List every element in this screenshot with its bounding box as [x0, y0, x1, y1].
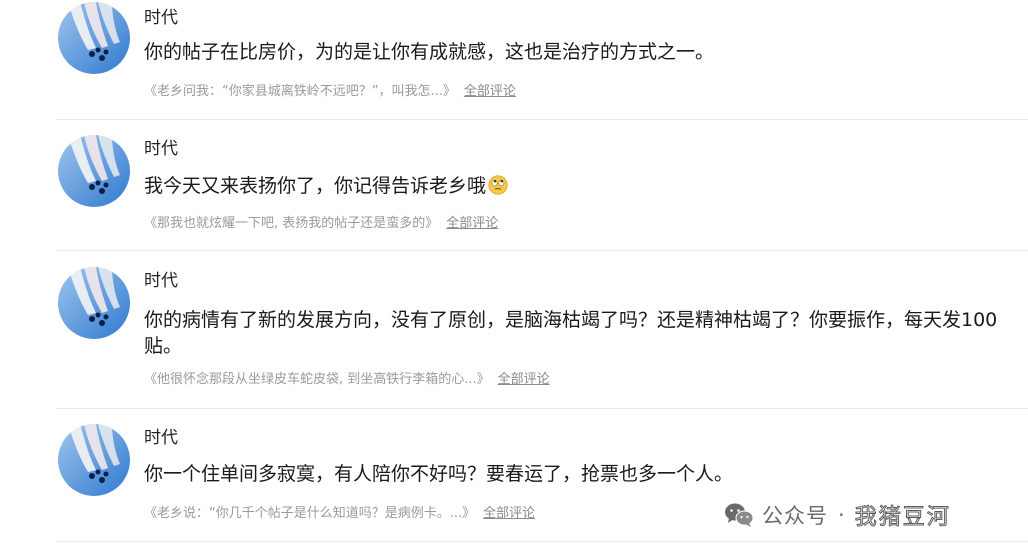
comment-text: 你的病情有了新的发展方向，没有了原创，是脑海枯竭了吗？还是精神枯竭了？你要振作，…	[144, 309, 998, 357]
all-comments-link[interactable]: 全部评论	[464, 84, 516, 99]
avatar-image	[58, 424, 130, 496]
divider	[56, 250, 1028, 251]
reference-line: 《那我也就炫耀一下吧, 表扬我的帖子还是蛮多的》 全部评论	[144, 215, 498, 233]
user-name[interactable]: 时代	[144, 8, 178, 28]
user-name[interactable]: 时代	[144, 271, 178, 291]
avatar[interactable]	[58, 135, 130, 207]
reference-line: 《他很怀念那段从坐绿皮车蛇皮袋, 到坐高铁行李箱的心...》 全部评论	[144, 371, 550, 389]
comment-text-content: 我今天又来表扬你了，你记得告诉老乡哦	[144, 175, 487, 197]
watermark-account-name: 我猪豆河	[854, 505, 951, 531]
divider	[56, 541, 1028, 542]
rolling-eyes-emoji-icon	[488, 175, 508, 195]
avatar-image	[58, 267, 130, 339]
watermark: 公众号 · 我猪豆河	[724, 498, 951, 532]
divider	[56, 119, 1028, 120]
all-comments-link[interactable]: 全部评论	[498, 372, 550, 387]
avatar[interactable]	[58, 424, 130, 496]
all-comments-link[interactable]: 全部评论	[483, 506, 535, 521]
watermark-label: 公众号	[762, 504, 828, 528]
wechat-icon	[725, 503, 754, 527]
avatar[interactable]	[58, 2, 130, 74]
avatar-image	[58, 2, 130, 74]
reference-line: 《老乡说：“你几千个帖子是什么知道吗？是病例卡。...》 全部评论	[144, 505, 535, 523]
all-comments-link[interactable]: 全部评论	[446, 216, 498, 231]
referenced-post-title[interactable]: 《那我也就炫耀一下吧, 表扬我的帖子还是蛮多的》	[144, 216, 438, 231]
avatar[interactable]	[58, 267, 130, 339]
referenced-post-title[interactable]: 《他很怀念那段从坐绿皮车蛇皮袋, 到坐高铁行李箱的心...》	[144, 372, 490, 387]
watermark-separator: ·	[838, 503, 845, 527]
referenced-post-title[interactable]: 《老乡问我：“你家县城离铁岭不远吧？”，叫我怎...》	[144, 84, 456, 99]
avatar-image	[58, 135, 130, 207]
divider	[56, 408, 1028, 409]
referenced-post-title[interactable]: 《老乡说：“你几千个帖子是什么知道吗？是病例卡。...》	[144, 506, 475, 521]
user-name[interactable]: 时代	[144, 428, 178, 448]
comment-text: 我今天又来表扬你了，你记得告诉老乡哦	[144, 173, 1024, 199]
user-name[interactable]: 时代	[144, 139, 178, 159]
reference-line: 《老乡问我：“你家县城离铁岭不远吧？”，叫我怎...》 全部评论	[144, 83, 516, 101]
comment-text: 你一个住单间多寂寞，有人陪你不好吗？要春运了，抢票也多一个人。	[144, 463, 734, 485]
comment-text: 你的帖子在比房价，为的是让你有成就感，这也是治疗的方式之一。	[144, 41, 715, 63]
